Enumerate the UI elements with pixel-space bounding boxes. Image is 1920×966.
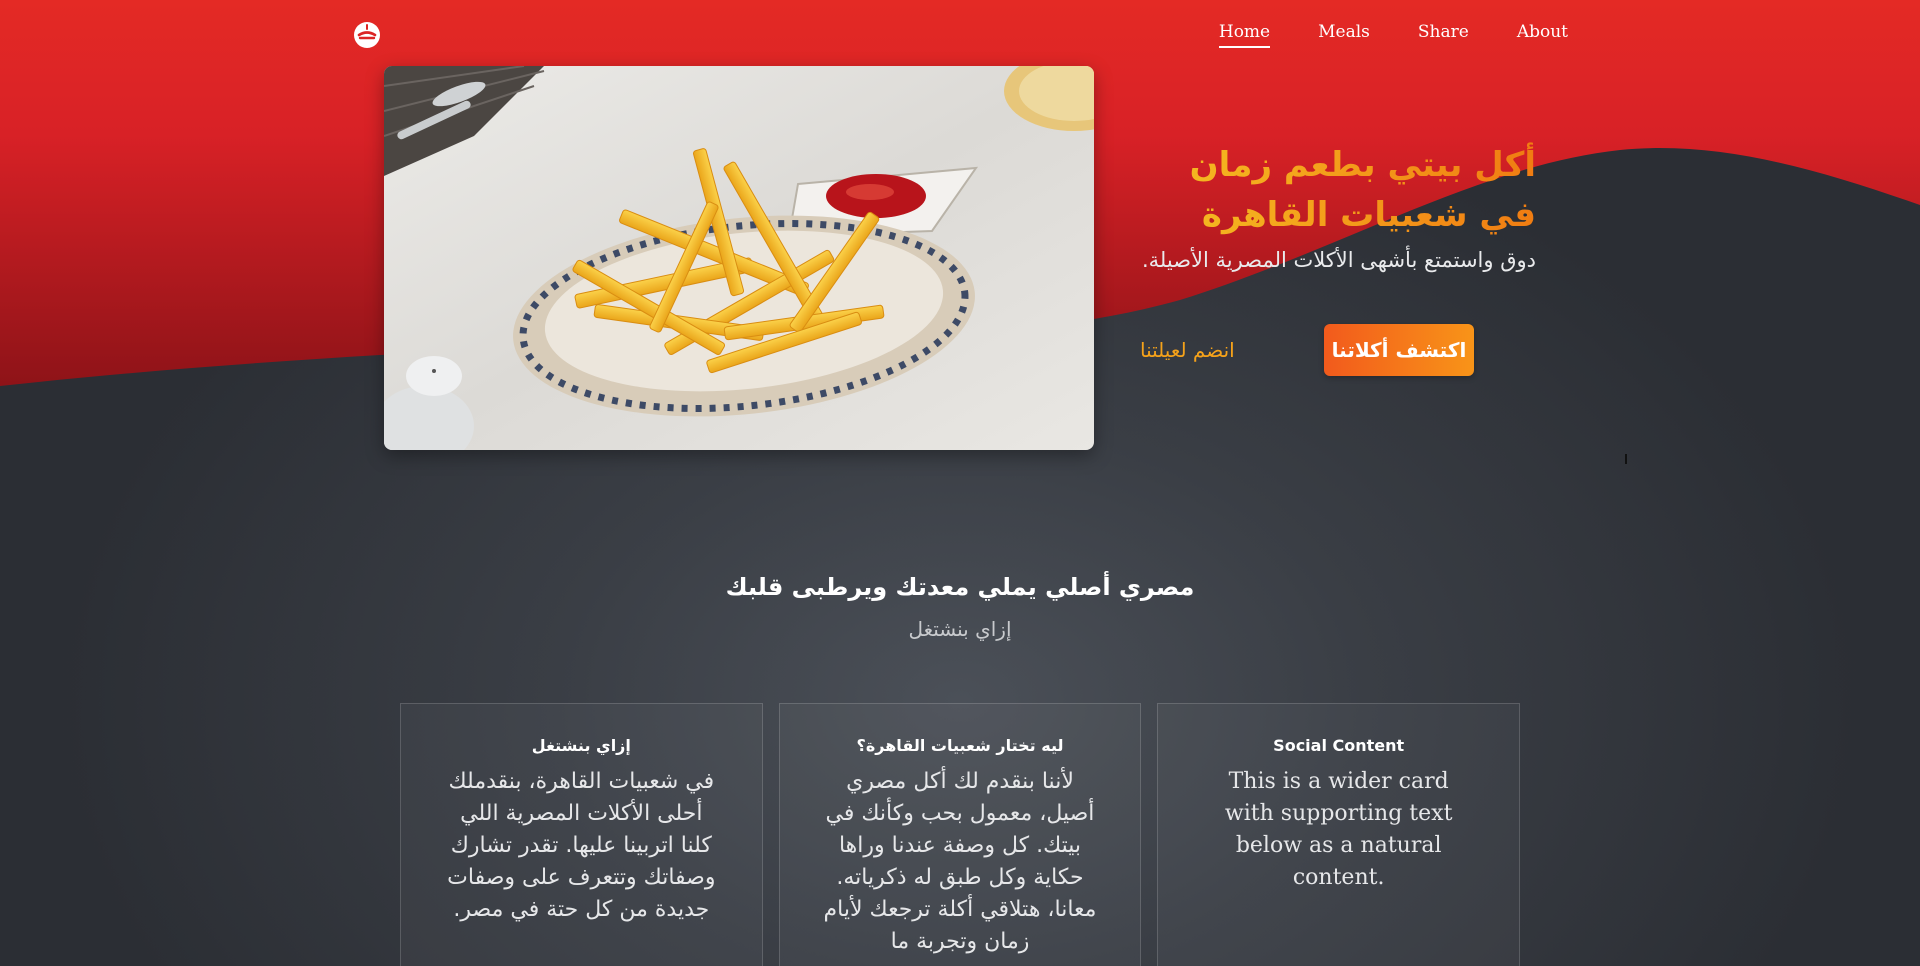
card-text: لأننا بنقدم لك أكل مصري أصيل، معمول بحب … (823, 769, 1097, 954)
hero-text-block: أكل بيتي بطعم زمان في شعبيات القاهرة دوق… (1140, 140, 1536, 279)
nav-link-about[interactable]: About (1517, 20, 1568, 48)
card-title: ليه تختار شعبيات القاهرة؟ (856, 736, 1064, 755)
hero-title: أكل بيتي بطعم زمان في شعبيات القاهرة (1140, 140, 1536, 240)
card-text: This is a wider card with supporting tex… (1224, 769, 1453, 890)
text-cursor-icon (1625, 454, 1627, 464)
nav-link-share[interactable]: Share (1418, 20, 1469, 48)
hero-actions: اكتشف أكلاتنا انضم لعيلتنا (1140, 324, 1474, 376)
hero-image (384, 66, 1094, 450)
discover-meals-button[interactable]: اكتشف أكلاتنا (1324, 324, 1474, 376)
nav-link-home[interactable]: Home (1218, 20, 1271, 48)
cards-row: إزاي بنشتغل في شعبيات القاهرة، بنقدملك أ… (400, 703, 1521, 966)
french-fries-photo-icon (384, 66, 1094, 450)
card-social-content: Social Content This is a wider card with… (1157, 703, 1521, 966)
bowl-icon[interactable] (352, 20, 382, 50)
card-title: إزاي بنشتغل (531, 736, 631, 755)
nav-link-meals[interactable]: Meals (1318, 20, 1370, 48)
hero-subtitle: دوق واستمتع بأشهى الأكلات المصرية الأصيل… (1142, 248, 1536, 272)
card-text: في شعبيات القاهرة، بنقدملك أحلى الأكلات … (447, 769, 716, 922)
section-title: مصري أصلي يملي معدتك ويرطبى قلبك (725, 573, 1195, 601)
card-why-choose-us: ليه تختار شعبيات القاهرة؟ لأننا بنقدم لك… (778, 703, 1142, 966)
card-how-we-work: إزاي بنشتغل في شعبيات القاهرة، بنقدملك أ… (400, 703, 763, 966)
main-nav: Home Meals Share About (1218, 20, 1568, 48)
join-family-link[interactable]: انضم لعيلتنا (1140, 324, 1235, 376)
card-title: Social Content (1273, 736, 1405, 755)
section-subtitle: إزاي بنشتغل (908, 617, 1012, 641)
